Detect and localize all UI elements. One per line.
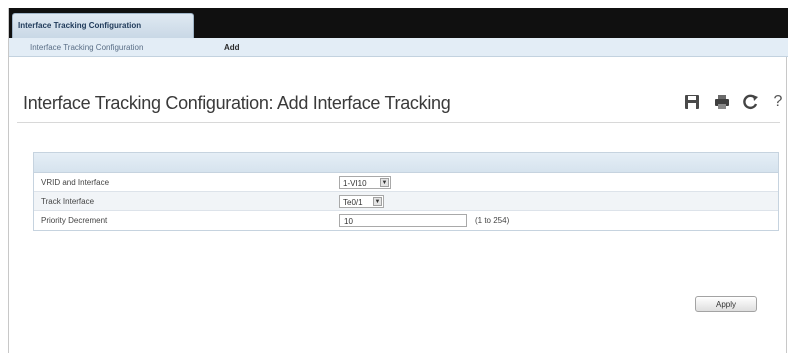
form-row-vrid-interface: VRID and Interface 1-VI10 ▼ — [34, 173, 778, 192]
title-divider — [17, 122, 780, 123]
top-bar: Interface Tracking Configuration — [9, 8, 788, 38]
priority-decrement-label: Priority Decrement — [41, 216, 108, 225]
page-title: Interface Tracking Configuration: Add In… — [23, 93, 451, 113]
track-interface-select[interactable]: Te0/1 ▼ — [339, 195, 384, 208]
vrid-interface-label: VRID and Interface — [41, 178, 110, 187]
form-row-priority-decrement: Priority Decrement (1 to 254) — [34, 211, 778, 230]
track-interface-value: Te0/1 — [343, 198, 363, 207]
sub-navigation: Interface Tracking Configuration Add — [9, 38, 788, 57]
form-row-track-interface: Track Interface Te0/1 ▼ — [34, 192, 778, 211]
apply-button[interactable]: Apply — [695, 296, 757, 312]
vrid-interface-value: 1-VI10 — [343, 179, 367, 188]
subnav-item-interface-tracking-configuration[interactable]: Interface Tracking Configuration — [30, 43, 143, 52]
priority-decrement-range-hint: (1 to 254) — [475, 216, 510, 225]
panel-header — [34, 153, 778, 173]
save-icon[interactable] — [683, 93, 701, 111]
vrid-interface-select[interactable]: 1-VI10 ▼ — [339, 176, 391, 189]
chevron-down-icon: ▼ — [373, 197, 382, 206]
subnav-item-add[interactable]: Add — [224, 43, 240, 52]
chevron-down-icon: ▼ — [380, 178, 389, 187]
priority-decrement-input[interactable] — [339, 214, 467, 227]
tab-interface-tracking-configuration[interactable]: Interface Tracking Configuration — [12, 13, 194, 38]
track-interface-label: Track Interface — [41, 197, 95, 206]
help-icon[interactable]: ? — [769, 93, 787, 111]
print-icon[interactable] — [713, 93, 731, 111]
refresh-icon[interactable] — [742, 93, 760, 111]
form-panel: VRID and Interface 1-VI10 ▼ Track Interf… — [33, 152, 779, 231]
help-glyph: ? — [773, 93, 783, 110]
page-frame: Interface Tracking Configuration Interfa… — [8, 8, 788, 353]
